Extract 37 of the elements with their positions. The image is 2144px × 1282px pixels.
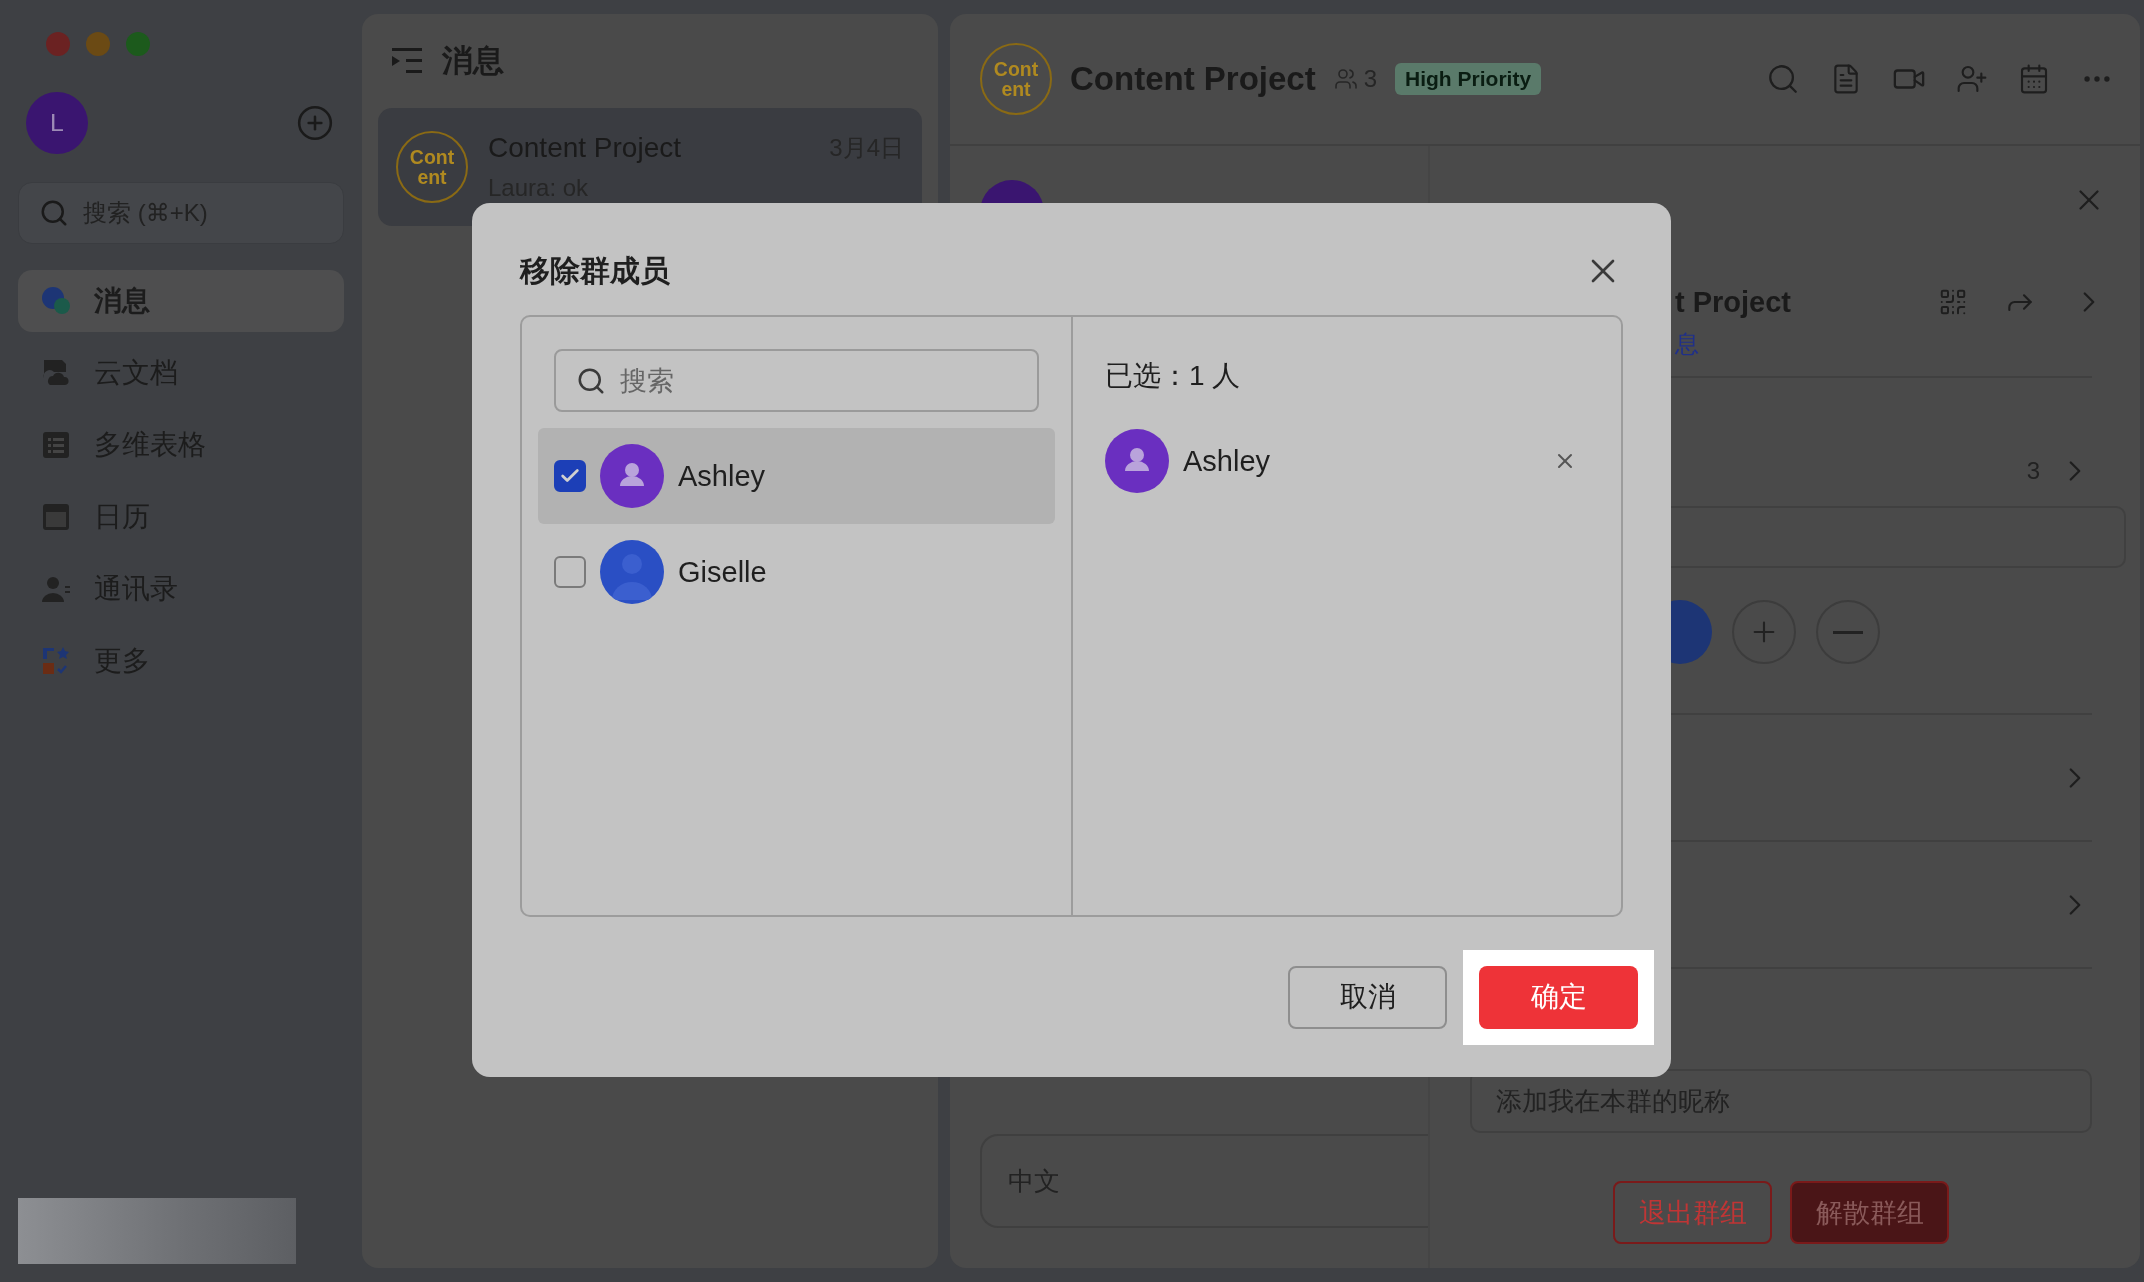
list-table-icon — [40, 429, 72, 461]
confirm-button[interactable]: 确定 — [1479, 965, 1638, 1029]
member-name: Ashley — [678, 459, 766, 493]
member-row[interactable]: Giselle — [538, 524, 1055, 620]
chat-bubbles-icon — [40, 285, 72, 317]
apps-grid-icon — [40, 645, 72, 677]
remove-member-button[interactable] — [1816, 600, 1880, 664]
add-member-button[interactable] — [1732, 600, 1796, 664]
checkbox[interactable] — [554, 460, 586, 492]
group-link[interactable]: 息 — [1675, 328, 1938, 360]
group-avatar: Cont ent — [980, 43, 1052, 115]
user-avatar[interactable]: L — [26, 92, 88, 154]
checkbox[interactable] — [554, 556, 586, 588]
cancel-button[interactable]: 取消 — [1288, 965, 1447, 1029]
member-name: Ashley — [1183, 444, 1271, 478]
minus-icon — [1833, 630, 1863, 634]
calendar-icon — [40, 501, 72, 533]
list-indent-icon[interactable] — [392, 47, 424, 75]
minimize-window-button[interactable] — [86, 32, 110, 56]
group-avatar: Cont ent — [396, 131, 468, 203]
member-name: Giselle — [678, 555, 767, 589]
people-icon — [1333, 67, 1358, 91]
calendar-icon[interactable] — [2018, 63, 2050, 95]
search-icon[interactable] — [1766, 62, 1800, 96]
qr-code-icon[interactable] — [1938, 287, 1968, 317]
search-field[interactable]: 搜索 — [554, 349, 1039, 412]
search-icon — [39, 198, 69, 228]
leave-button[interactable]: 退出群组 — [1613, 1181, 1772, 1244]
add-icon[interactable] — [296, 104, 334, 142]
dialog-title: 移除群成员 — [520, 252, 670, 289]
add-user-icon[interactable] — [1956, 63, 1988, 95]
disband-button[interactable]: 解散群组 — [1790, 1181, 1949, 1244]
close-window-button[interactable] — [46, 32, 70, 56]
maximize-window-button[interactable] — [126, 32, 150, 56]
selected-count: 已选：1 人 — [1105, 359, 1242, 393]
member-row[interactable]: Ashley — [538, 428, 1055, 524]
priority-tag: High Priority — [1395, 63, 1542, 95]
